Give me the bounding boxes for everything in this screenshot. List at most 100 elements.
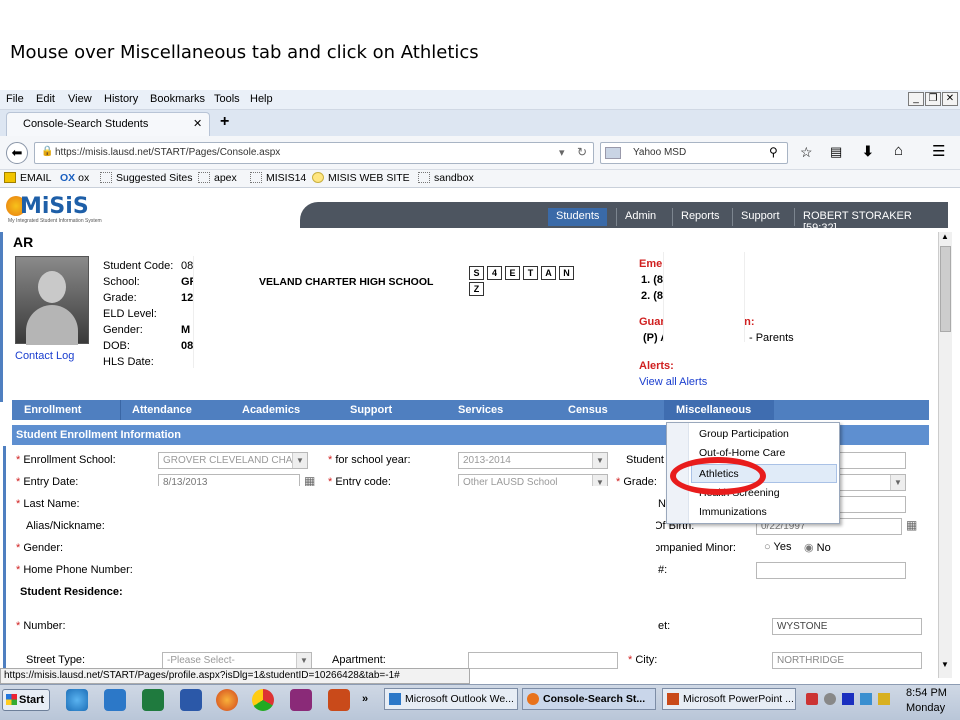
menu-item-group-participation[interactable]: Group Participation: [667, 425, 839, 444]
phone-input[interactable]: [756, 562, 906, 579]
flag-badge: A: [541, 266, 556, 280]
bookmark-suggested-sites[interactable]: Suggested Sites: [100, 172, 192, 184]
firefox-icon: [527, 693, 539, 705]
hls-date-label: HLS Date:: [103, 356, 154, 368]
chevron-down-icon: ▼: [292, 453, 307, 468]
menu-bookmarks[interactable]: Bookmarks: [150, 93, 205, 105]
enrollment-school-select[interactable]: GROVER CLEVELAND CHA ▼: [158, 452, 308, 469]
start-button[interactable]: Start: [2, 689, 50, 711]
media-tray-icon[interactable]: [842, 693, 854, 705]
student-name: AR: [13, 234, 34, 250]
folder-icon: [100, 172, 112, 183]
dob-label: DOB:: [103, 340, 130, 352]
network-tray-icon[interactable]: [860, 693, 872, 705]
bookmark-misis14[interactable]: MISIS14: [250, 172, 306, 184]
bookmark-misis-web-site[interactable]: MISIS WEB SITE: [312, 172, 410, 184]
scroll-down-icon[interactable]: ▼: [941, 660, 949, 669]
download-icon[interactable]: ⬇: [862, 143, 874, 160]
enrollment-school-label: * Enrollment School:: [16, 454, 116, 466]
taskbar-console-search[interactable]: Console-Search St...: [522, 688, 656, 710]
menu-history[interactable]: History: [104, 93, 138, 105]
misis-logo[interactable]: MiSiS My Integrated Student Information …: [6, 194, 126, 226]
back-icon[interactable]: ⬅: [6, 142, 28, 164]
access-icon[interactable]: [290, 689, 312, 711]
excel-icon[interactable]: [142, 689, 164, 711]
tab-academics[interactable]: Academics: [242, 404, 300, 416]
menu-file[interactable]: File: [6, 93, 24, 105]
school-year-select[interactable]: 2013-2014 ▼: [458, 452, 608, 469]
home-icon[interactable]: ⌂: [894, 142, 903, 159]
street-type-select[interactable]: -Please Select- ▼: [162, 652, 312, 669]
menu-help[interactable]: Help: [250, 93, 273, 105]
menu-item-immunizations[interactable]: Immunizations: [667, 503, 839, 522]
search-icon[interactable]: ⚲: [769, 145, 778, 159]
pen-tray-icon[interactable]: [878, 693, 890, 705]
bookmark-ox[interactable]: OX ox: [60, 172, 89, 184]
menu-hamburger-icon[interactable]: ☰: [932, 142, 945, 160]
search-bar[interactable]: Yahoo MSD ⚲: [600, 142, 788, 164]
nav-reports[interactable]: Reports: [672, 208, 728, 226]
status-bar: https://misis.lausd.net/START/Pages/prof…: [0, 668, 470, 684]
nav-students[interactable]: Students: [548, 208, 608, 226]
user-session[interactable]: ROBERT STORAKER [59:32]: [794, 208, 948, 234]
contact-log-link[interactable]: Contact Log: [15, 350, 74, 362]
word-icon[interactable]: [180, 689, 202, 711]
nav-admin[interactable]: Admin: [616, 208, 664, 226]
security-tray-icon[interactable]: [806, 693, 818, 705]
bookmark-sandbox[interactable]: sandbox: [418, 172, 474, 184]
menu-view[interactable]: View: [68, 93, 92, 105]
radio-no[interactable]: ◉ No: [804, 541, 831, 554]
bookmark-star-icon[interactable]: ☆: [800, 144, 813, 161]
minimize-icon[interactable]: _: [908, 92, 924, 106]
windows-taskbar: Start » Microsoft Outlook We... Console-…: [0, 684, 960, 720]
new-tab-icon[interactable]: +: [220, 113, 229, 131]
street-name-input[interactable]: WYSTONE: [772, 618, 922, 635]
student-code-value: 08: [181, 260, 194, 272]
scroll-up-icon[interactable]: ▲: [941, 232, 949, 241]
chrome-icon[interactable]: [252, 689, 274, 711]
tab-enrollment[interactable]: Enrollment: [24, 404, 81, 416]
taskbar-powerpoint[interactable]: Microsoft PowerPoint ...: [662, 688, 796, 710]
clock-day[interactable]: Monday: [906, 702, 945, 714]
sync-tray-icon[interactable]: [824, 693, 836, 705]
redaction: [152, 486, 656, 638]
restore-icon[interactable]: ❐: [925, 92, 941, 106]
clock-time[interactable]: 8:54 PM: [906, 687, 947, 699]
tab-attendance[interactable]: Attendance: [132, 404, 192, 416]
vertical-scrollbar[interactable]: ▲ ▼: [938, 232, 952, 678]
more-icon[interactable]: »: [362, 693, 368, 705]
calendar-icon[interactable]: ▦: [906, 518, 917, 532]
menu-edit[interactable]: Edit: [36, 93, 55, 105]
bookmark-apex[interactable]: apex: [198, 172, 237, 184]
radio-yes[interactable]: ○ Yes: [764, 541, 791, 553]
nav-support[interactable]: Support: [732, 208, 788, 226]
guardian-relation: - Parents: [749, 332, 794, 344]
firefox-icon[interactable]: [216, 689, 238, 711]
grade-label: Grade:: [103, 292, 137, 304]
menu-tools[interactable]: Tools: [214, 93, 240, 105]
browser-tab[interactable]: Console-Search Students ✕: [6, 112, 210, 136]
outlook-icon[interactable]: [104, 689, 126, 711]
flag-badge: E: [505, 266, 520, 280]
city-input[interactable]: NORTHRIDGE: [772, 652, 922, 669]
view-alerts-link[interactable]: View all Alerts: [639, 376, 707, 388]
powerpoint-quick-icon[interactable]: [328, 689, 350, 711]
close-window-icon[interactable]: ✕: [942, 92, 958, 106]
internet-explorer-icon[interactable]: [66, 689, 88, 711]
scroll-thumb[interactable]: [940, 246, 951, 332]
taskbar-outlook[interactable]: Microsoft Outlook We...: [384, 688, 518, 710]
reload-icon[interactable]: ↻: [577, 145, 587, 159]
browser-tab-title: Console-Search Students: [23, 118, 149, 130]
tab-census[interactable]: Census: [568, 404, 608, 416]
url-bar[interactable]: 🔒 https://misis.lausd.net/START/Pages/Co…: [34, 142, 594, 164]
search-engine-icon[interactable]: [605, 147, 621, 159]
bookmark-email[interactable]: EMAIL: [4, 172, 52, 184]
dropdown-arrow-icon[interactable]: ▾: [559, 146, 565, 159]
tab-miscellaneous[interactable]: Miscellaneous: [676, 404, 751, 416]
student-photo: [15, 256, 89, 345]
tab-support[interactable]: Support: [350, 404, 392, 416]
apartment-input[interactable]: [468, 652, 618, 669]
tab-services[interactable]: Services: [458, 404, 503, 416]
close-tab-icon[interactable]: ✕: [193, 117, 202, 130]
reading-list-icon[interactable]: ▤: [830, 144, 842, 160]
